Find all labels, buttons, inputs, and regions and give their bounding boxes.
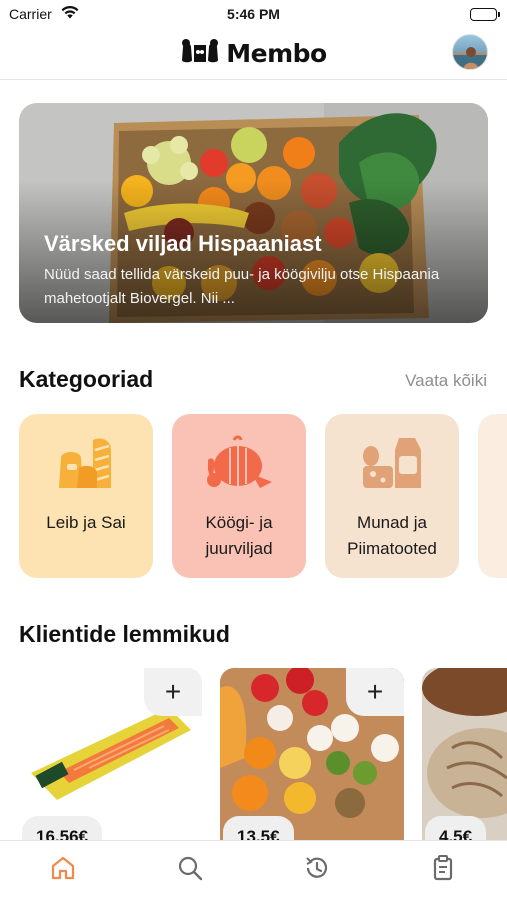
status-bar: Carrier 5:46 PM xyxy=(0,0,507,28)
banner-title: Värsked viljad Hispaaniast xyxy=(44,231,322,256)
product-price: 13.5€ xyxy=(223,816,294,840)
categories-title: Kategooriad xyxy=(19,366,154,392)
orders-icon[interactable] xyxy=(428,853,458,883)
brand-name: Membo xyxy=(226,38,327,68)
bread-loaf-image xyxy=(422,668,507,840)
see-all-link[interactable]: Vaata kõiki xyxy=(405,371,487,391)
category-vegetables[interactable]: Köögi- ja juurviljad xyxy=(172,414,306,578)
history-icon[interactable] xyxy=(302,853,332,883)
category-dairy[interactable]: Munad ja Piimatooted xyxy=(325,414,459,578)
category-next-peek[interactable] xyxy=(478,414,507,578)
product-price: 16.56€ xyxy=(22,816,102,840)
category-label: Leib ja Sai xyxy=(46,513,126,532)
home-icon[interactable] xyxy=(48,853,78,883)
product-price: 4.5€ xyxy=(425,816,487,840)
brand-logo: Membo xyxy=(0,36,507,70)
app-header: Membo xyxy=(0,28,507,80)
bread-icon xyxy=(19,434,153,492)
add-to-cart-button[interactable]: + xyxy=(346,668,404,716)
banner-text: Nüüd saad tellida värskeid puu- ja köögi… xyxy=(44,266,440,307)
vegetables-icon xyxy=(172,434,306,492)
category-label: Munad ja Piimatooted xyxy=(347,513,437,558)
dairy-icon xyxy=(325,434,459,492)
add-to-cart-button[interactable]: + xyxy=(144,668,202,716)
category-label: Köögi- ja juurviljad xyxy=(205,513,273,558)
product-card-bread[interactable]: 4.5€ xyxy=(422,668,507,840)
category-bread[interactable]: Leib ja Sai xyxy=(19,414,153,578)
membo-logo-icon xyxy=(180,38,220,69)
product-card-salmon[interactable]: + 16.56€ xyxy=(19,668,202,840)
battery-icon xyxy=(470,8,500,21)
favorites-title: Klientide lemmikud xyxy=(19,621,230,647)
tab-bar xyxy=(0,840,507,900)
promo-banner[interactable]: Värsked viljad Hispaaniast Nüüd saad tel… xyxy=(19,103,488,323)
search-icon[interactable] xyxy=(175,853,205,883)
product-card-fruits[interactable]: + 13.5€ xyxy=(220,668,404,840)
clock: 5:46 PM xyxy=(227,6,280,22)
avatar[interactable] xyxy=(452,34,488,70)
